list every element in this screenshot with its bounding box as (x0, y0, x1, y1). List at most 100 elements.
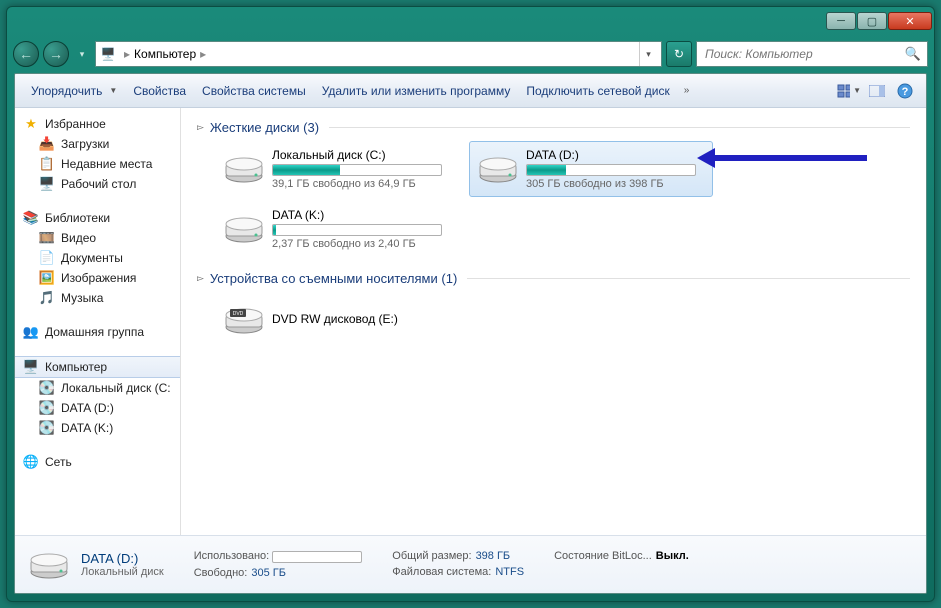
fs-label: Файловая система: (392, 566, 491, 578)
toolbar-overflow-button[interactable]: » (678, 85, 696, 96)
video-icon: 🎞️ (39, 230, 55, 246)
drive-item[interactable]: DATA (D:) 305 ГБ свободно из 398 ГБ (469, 141, 713, 197)
collapse-icon: ▻ (197, 273, 204, 284)
sidebar-item-drive-c[interactable]: 💽Локальный диск (C: (15, 378, 180, 398)
sidebar-homegroup[interactable]: 👥Домашняя группа (15, 322, 180, 342)
search-input[interactable] (703, 46, 905, 62)
computer-icon: 🖥️ (100, 46, 116, 62)
address-bar[interactable]: 🖥️ ▸ Компьютер ▸ ▾ (95, 41, 662, 67)
sidebar-item-music[interactable]: 🎵Музыка (15, 288, 180, 308)
sidebar-label: Изображения (61, 271, 136, 285)
drive-item[interactable]: DVD DVD RW дисковод (E:) (215, 292, 459, 348)
drive-icon: 💽 (39, 400, 55, 416)
svg-text:?: ? (902, 86, 909, 98)
music-icon: 🎵 (39, 290, 55, 306)
search-box[interactable]: 🔍 (696, 41, 928, 67)
sidebar-item-documents[interactable]: 📄 Документы (15, 248, 180, 268)
sidebar-item-drive-d[interactable]: 💽 DATA (D:) (15, 398, 180, 418)
drive-name: Локальный диск (C:) (272, 148, 452, 162)
arrow-shaft (715, 155, 867, 161)
details-columns: Использовано: Свободно:305 ГБ Общий разм… (164, 550, 689, 578)
drive-name: DVD RW дисковод (E:) (272, 312, 452, 326)
minimize-button[interactable]: ─ (826, 12, 856, 30)
documents-icon: 📄 (39, 250, 55, 266)
section-hard-disks[interactable]: ▻ Жесткие диски (3) (197, 116, 910, 139)
content-pane: ▻ Жесткие диски (3) Локальный диск (C:)3… (181, 108, 926, 535)
free-value: 305 ГБ (247, 567, 286, 579)
sidebar-label: Домашняя группа (45, 325, 144, 339)
window-titlebar: ─ ▢ ✕ (7, 7, 934, 35)
view-options-button[interactable]: ▼ (836, 80, 862, 102)
drive-item[interactable]: Локальный диск (C:)39,1 ГБ свободно из 6… (215, 141, 459, 197)
sidebar-label: Компьютер (45, 360, 107, 374)
help-icon: ? (897, 83, 913, 99)
section-removable[interactable]: ▻ Устройства со съемными носителями (1) (197, 267, 910, 290)
hard-disk-icon (222, 207, 266, 251)
drive-free-text: 305 ГБ свободно из 398 ГБ (526, 178, 706, 190)
drive-usage-bar (272, 164, 442, 176)
breadcrumb-root[interactable]: Компьютер (134, 47, 196, 61)
preview-pane-icon (869, 85, 885, 97)
hard-disk-icon (476, 147, 520, 191)
navigation-pane: ★Избранное 📥Загрузки 📋 Недавние места 🖥️Р… (15, 108, 181, 535)
sidebar-item-desktop[interactable]: 🖥️Рабочий стол (15, 174, 180, 194)
maximize-button[interactable]: ▢ (857, 12, 887, 30)
sidebar-item-videos[interactable]: 🎞️ Видео (15, 228, 180, 248)
organize-label: Упорядочить (31, 84, 102, 98)
sidebar-libraries[interactable]: 📚Библиотеки (15, 208, 180, 228)
explorer-window: ─ ▢ ✕ ← → ▾ 🖥️ ▸ Компьютер ▸ ▾ ↻ 🔍 Упоря… (6, 6, 935, 602)
refresh-button[interactable]: ↻ (666, 41, 692, 67)
sidebar-item-drive-k[interactable]: 💽DATA (K:) (15, 418, 180, 438)
sidebar-item-recent[interactable]: 📋 Недавние места (15, 154, 180, 174)
navigation-bar: ← → ▾ 🖥️ ▸ Компьютер ▸ ▾ ↻ 🔍 (7, 35, 934, 73)
section-count: (1) (441, 271, 457, 286)
annotation-arrow (697, 150, 867, 166)
close-button[interactable]: ✕ (888, 12, 932, 30)
drive-icon: 💽 (39, 420, 55, 436)
map-network-drive-button[interactable]: Подключить сетевой диск (518, 80, 677, 102)
section-divider (329, 127, 910, 128)
sidebar-label: Загрузки (61, 137, 109, 151)
forward-button[interactable]: → (43, 41, 69, 67)
section-label: Устройства со съемными носителями (210, 271, 438, 286)
content-frame: Упорядочить ▼ Свойства Свойства системы … (14, 73, 927, 594)
sidebar-favorites[interactable]: ★Избранное (15, 114, 180, 134)
drive-free-text: 2,37 ГБ свободно из 2,40 ГБ (272, 238, 452, 250)
bitlocker-value: Выкл. (652, 550, 689, 562)
sidebar-item-downloads[interactable]: 📥Загрузки (15, 134, 180, 154)
recent-icon: 📋 (39, 156, 55, 172)
section-label: Жесткие диски (210, 120, 300, 135)
system-properties-button[interactable]: Свойства системы (194, 80, 314, 102)
sidebar-label: Недавние места (61, 157, 152, 171)
total-value: 398 ГБ (472, 550, 511, 562)
sidebar-item-pictures[interactable]: 🖼️ Изображения (15, 268, 180, 288)
drive-name: DATA (D:) (526, 148, 706, 162)
sidebar-network[interactable]: 🌐Сеть (15, 452, 180, 472)
sidebar-computer[interactable]: 🖥️Компьютер (15, 356, 180, 378)
preview-pane-button[interactable] (864, 80, 890, 102)
sidebar-label: Документы (61, 251, 123, 265)
back-button[interactable]: ← (13, 41, 39, 67)
network-icon: 🌐 (23, 454, 39, 470)
properties-button[interactable]: Свойства (125, 80, 194, 102)
sidebar-label: Локальный диск (C: (61, 381, 171, 395)
fs-value: NTFS (491, 566, 524, 578)
help-button[interactable]: ? (892, 80, 918, 102)
drive-info: DATA (D:) 305 ГБ свободно из 398 ГБ (520, 148, 706, 190)
sidebar-label: Видео (61, 231, 96, 245)
address-dropdown-icon[interactable]: ▾ (639, 42, 657, 66)
free-label: Свободно: (194, 567, 248, 579)
breadcrumb-sep-icon[interactable]: ▸ (196, 47, 210, 61)
command-toolbar: Упорядочить ▼ Свойства Свойства системы … (15, 74, 926, 108)
drive-info: DVD RW дисковод (E:) (266, 312, 452, 328)
nav-history-dropdown[interactable]: ▾ (73, 45, 91, 63)
dropdown-icon: ▼ (109, 86, 117, 95)
uninstall-program-button[interactable]: Удалить или изменить программу (314, 80, 519, 102)
arrow-head-icon (697, 148, 715, 168)
bitlocker-label: Состояние BitLoc... (554, 550, 652, 562)
pictures-icon: 🖼️ (39, 270, 55, 286)
dvd-drive-icon: DVD (222, 298, 266, 342)
drive-item[interactable]: DATA (K:)2,37 ГБ свободно из 2,40 ГБ (215, 201, 459, 257)
sidebar-label: DATA (D:) (61, 401, 114, 415)
organize-menu[interactable]: Упорядочить ▼ (23, 80, 125, 102)
